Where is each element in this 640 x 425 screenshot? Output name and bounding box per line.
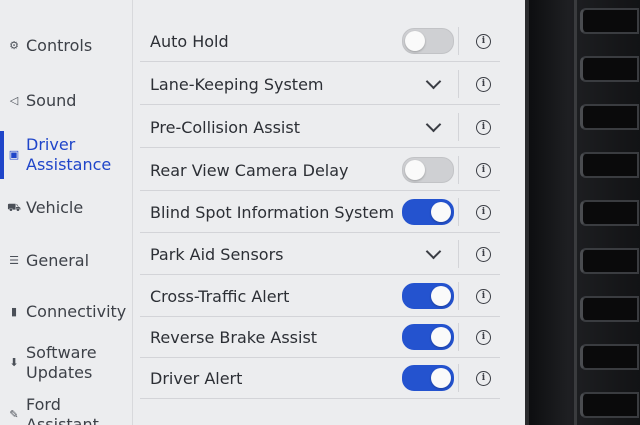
row-divider bbox=[458, 27, 459, 55]
toggle-knob bbox=[431, 202, 451, 222]
info-icon[interactable]: i bbox=[476, 33, 491, 49]
sliders-icon: ☰ bbox=[9, 254, 19, 267]
vent-slat bbox=[580, 344, 639, 370]
driver-assist-icon: ▣ bbox=[8, 148, 20, 161]
sidebar-item-general[interactable]: ☰ General bbox=[0, 251, 132, 271]
row-divider bbox=[458, 240, 459, 268]
toggle-knob bbox=[431, 368, 451, 388]
blind-spot-toggle[interactable] bbox=[402, 199, 454, 225]
setting-row-blind-spot-information-system[interactable]: Blind Spot Information System i bbox=[140, 192, 500, 233]
setting-label: Cross-Traffic Alert bbox=[150, 286, 290, 306]
sidebar-item-label: Vehicle bbox=[26, 198, 84, 217]
info-icon[interactable]: i bbox=[476, 288, 491, 304]
vehicle-icon: ⛟ bbox=[7, 201, 21, 214]
row-divider bbox=[458, 282, 459, 310]
sidebar-item-label: Driver Assistance bbox=[26, 135, 111, 175]
row-divider bbox=[458, 323, 459, 351]
sidebar-item-label: General bbox=[26, 251, 90, 270]
sidebar-item-label: Connectivity bbox=[26, 302, 127, 321]
setting-row-rear-view-camera-delay[interactable]: Rear View Camera Delay i bbox=[140, 150, 500, 191]
setting-row-driver-alert[interactable]: Driver Alert i bbox=[140, 358, 500, 399]
setting-label: Lane-Keeping System bbox=[150, 74, 324, 94]
setting-row-cross-traffic-alert[interactable]: Cross-Traffic Alert i bbox=[140, 276, 500, 317]
toggle-knob bbox=[431, 327, 451, 347]
cross-traffic-alert-toggle[interactable] bbox=[402, 283, 454, 309]
sidebar-item-vehicle[interactable]: ⛟ Vehicle bbox=[0, 198, 132, 218]
setting-row-pre-collision-assist[interactable]: Pre-Collision Assist i bbox=[140, 107, 500, 148]
label-line-1: Ford bbox=[26, 395, 61, 414]
download-icon: ⬇ bbox=[9, 356, 19, 369]
sidebar-item-sound[interactable]: ◁ Sound bbox=[0, 91, 132, 111]
driver-alert-toggle[interactable] bbox=[402, 365, 454, 391]
reverse-brake-assist-toggle[interactable] bbox=[402, 324, 454, 350]
settings-sidebar: ⚙ Controls ◁ Sound ▣ Driver Assistance ⛟… bbox=[0, 0, 133, 425]
chevron-down-icon[interactable] bbox=[425, 73, 442, 89]
vent-rim bbox=[574, 0, 577, 425]
sidebar-item-software-updates[interactable]: ⬇ Software Updates bbox=[0, 343, 132, 383]
speaker-icon: ◁ bbox=[9, 94, 19, 107]
setting-label: Driver Alert bbox=[150, 368, 243, 388]
label-line-1: Software bbox=[26, 343, 97, 362]
setting-label: Auto Hold bbox=[150, 31, 229, 51]
sidebar-item-label: Sound bbox=[26, 91, 77, 110]
row-divider bbox=[458, 70, 459, 98]
air-vent bbox=[570, 0, 640, 425]
sidebar-item-ford-assistant[interactable]: ✎ Ford Assistant bbox=[0, 395, 132, 425]
row-divider bbox=[458, 364, 459, 392]
chevron-down-icon[interactable] bbox=[425, 116, 442, 132]
info-icon[interactable]: i bbox=[476, 119, 491, 135]
toggle-knob bbox=[431, 286, 451, 306]
toggle-knob bbox=[405, 31, 425, 51]
label-line-2: Assistance bbox=[26, 155, 112, 174]
signal-icon: ▮ bbox=[10, 305, 18, 318]
row-divider bbox=[458, 113, 459, 141]
auto-hold-toggle[interactable] bbox=[402, 28, 454, 54]
setting-label: Blind Spot Information System bbox=[150, 202, 395, 222]
setting-label: Rear View Camera Delay bbox=[150, 160, 349, 180]
setting-row-reverse-brake-assist[interactable]: Reverse Brake Assist i bbox=[140, 317, 500, 358]
sidebar-item-connectivity[interactable]: ▮ Connectivity bbox=[0, 302, 132, 322]
setting-label: Park Aid Sensors bbox=[150, 244, 284, 264]
sidebar-item-label: Controls bbox=[26, 36, 93, 55]
info-icon[interactable]: i bbox=[476, 76, 491, 92]
vent-slat bbox=[580, 152, 639, 178]
setting-row-park-aid-sensors[interactable]: Park Aid Sensors i bbox=[140, 234, 500, 275]
info-icon[interactable]: i bbox=[476, 370, 491, 386]
toggle-knob bbox=[405, 160, 425, 180]
vent-slat bbox=[580, 8, 639, 34]
vent-slat bbox=[580, 200, 639, 226]
label-line-1: Driver bbox=[26, 135, 76, 154]
row-divider bbox=[458, 156, 459, 184]
vent-slat bbox=[580, 392, 639, 418]
sidebar-item-controls[interactable]: ⚙ Controls bbox=[0, 36, 132, 56]
vent-slat bbox=[580, 56, 639, 82]
info-icon[interactable]: i bbox=[476, 246, 491, 262]
touchscreen: ⚙ Controls ◁ Sound ▣ Driver Assistance ⛟… bbox=[0, 0, 529, 425]
chevron-down-icon[interactable] bbox=[425, 243, 442, 259]
info-icon[interactable]: i bbox=[476, 204, 491, 220]
vent-slat bbox=[580, 248, 639, 274]
controls-icon: ⚙ bbox=[9, 39, 19, 52]
sidebar-item-label: Software Updates bbox=[26, 343, 97, 383]
sidebar-item-driver-assistance[interactable]: ▣ Driver Assistance bbox=[0, 131, 132, 179]
assistant-icon: ✎ bbox=[9, 408, 19, 421]
row-divider bbox=[458, 198, 459, 226]
vent-slat bbox=[580, 104, 639, 130]
setting-row-auto-hold[interactable]: Auto Hold i bbox=[140, 21, 500, 62]
info-icon[interactable]: i bbox=[476, 329, 491, 345]
setting-label: Reverse Brake Assist bbox=[150, 327, 318, 347]
rear-view-camera-delay-toggle[interactable] bbox=[402, 157, 454, 183]
setting-row-lane-keeping-system[interactable]: Lane-Keeping System i bbox=[140, 64, 500, 105]
vent-slat bbox=[580, 296, 639, 322]
sidebar-item-label: Ford Assistant bbox=[26, 395, 99, 425]
info-icon[interactable]: i bbox=[476, 162, 491, 178]
setting-label: Pre-Collision Assist bbox=[150, 117, 300, 137]
label-line-2: Assistant bbox=[26, 415, 99, 425]
label-line-2: Updates bbox=[26, 363, 93, 382]
